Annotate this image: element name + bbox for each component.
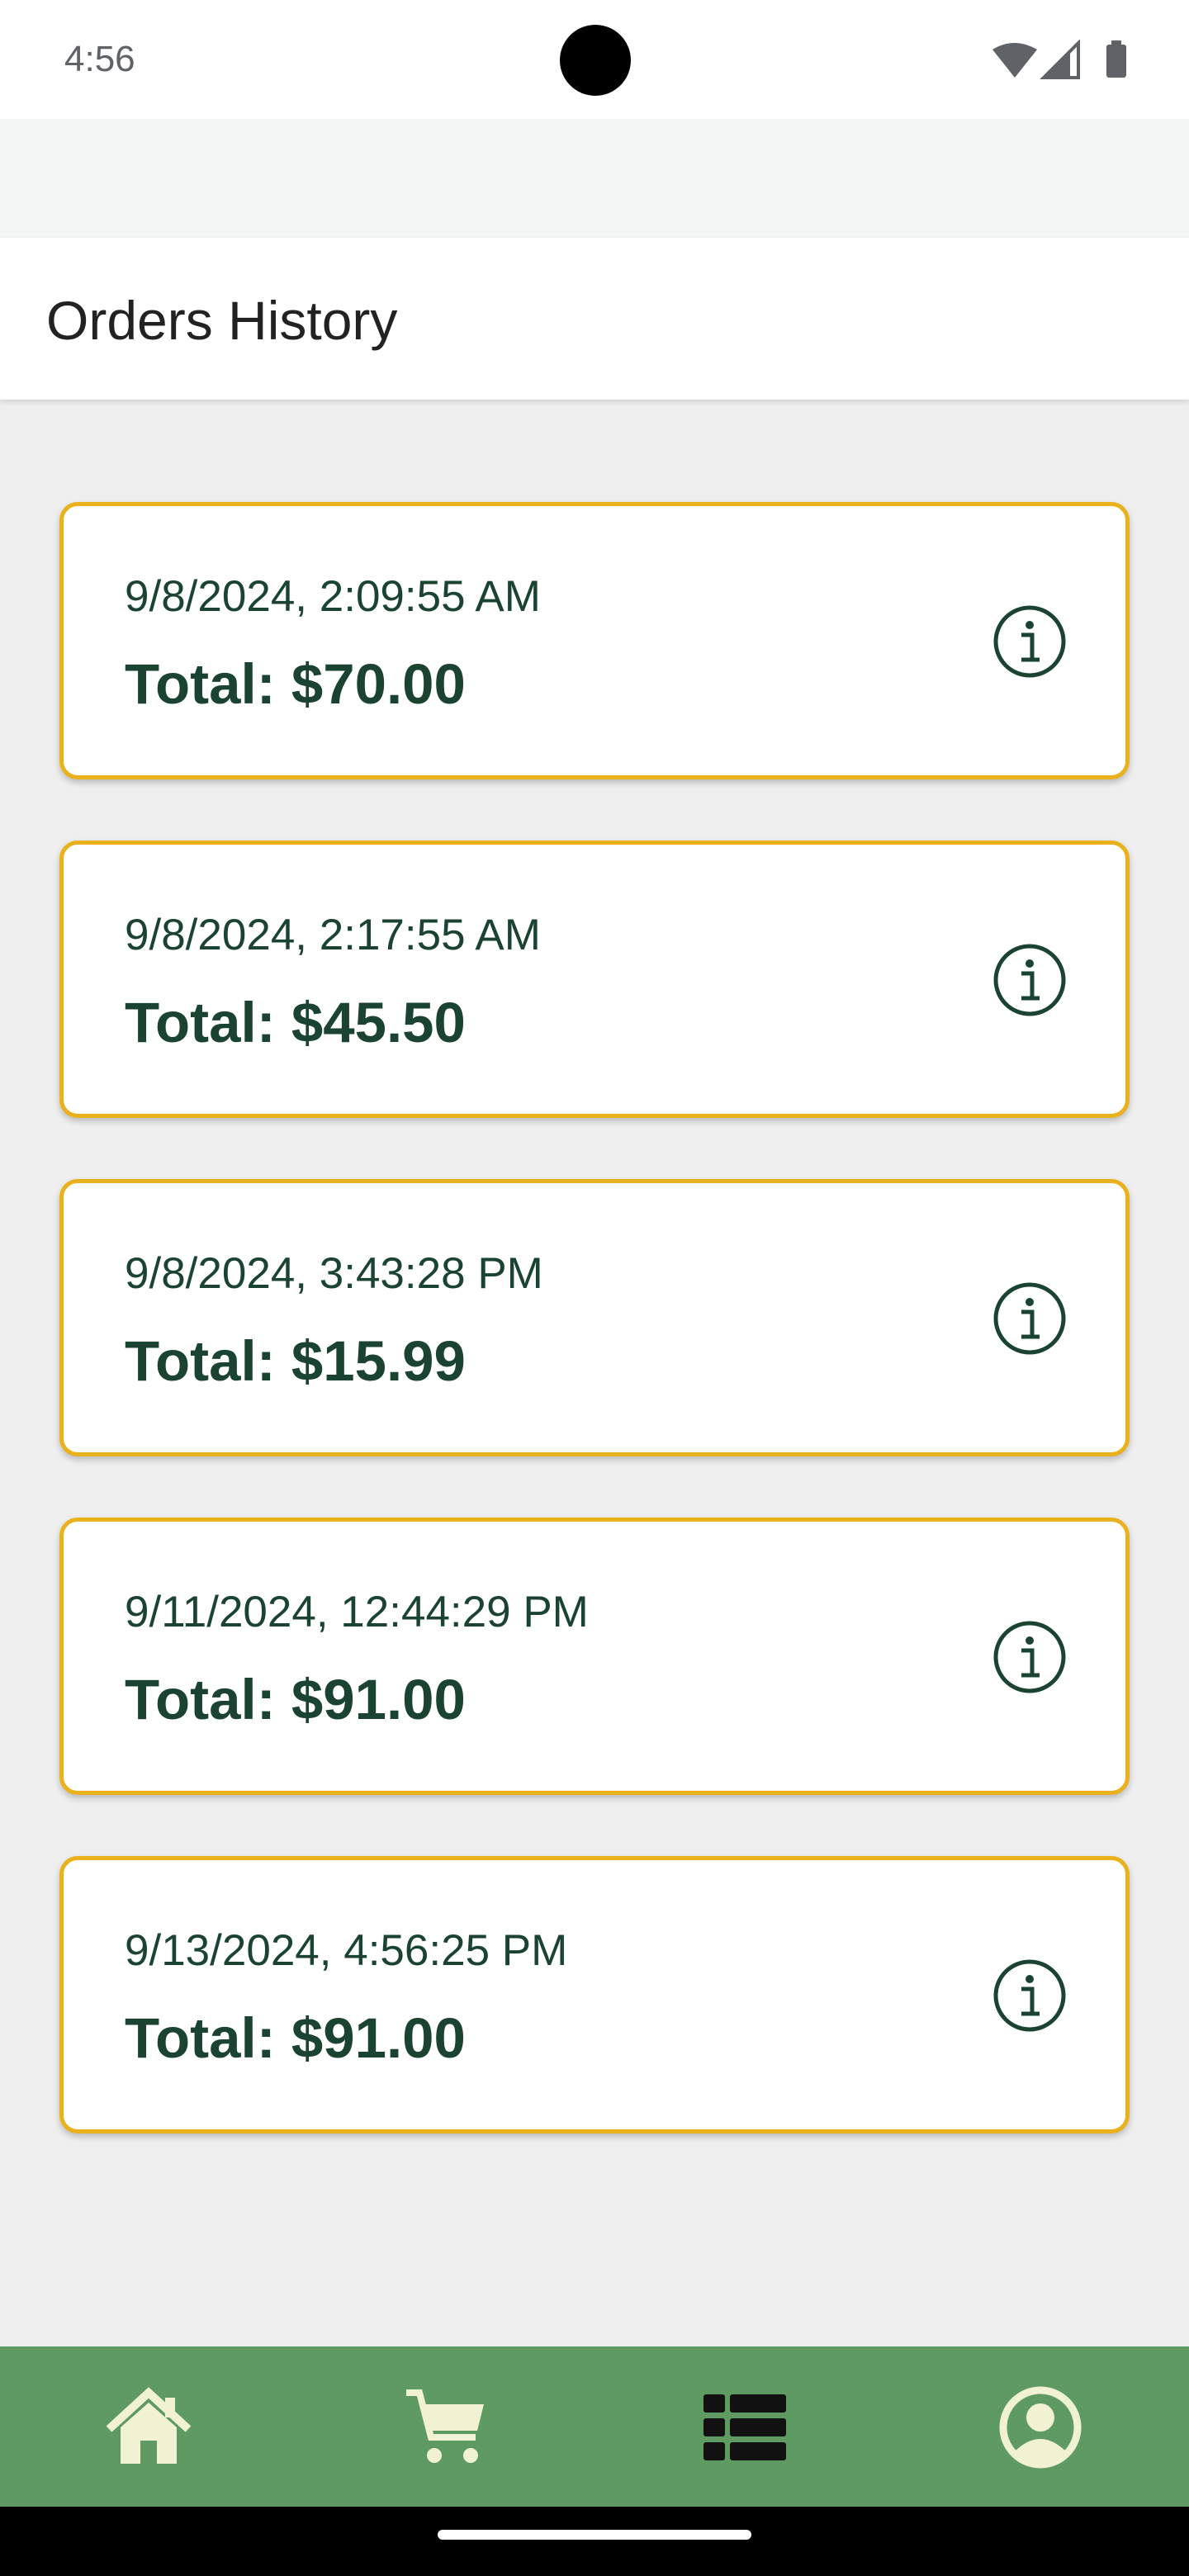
order-date: 9/8/2024, 2:09:55 AM: [125, 572, 541, 621]
order-info-button[interactable]: [992, 1281, 1068, 1357]
order-date: 9/8/2024, 2:17:55 AM: [125, 911, 541, 959]
nav-orders[interactable]: [699, 2384, 791, 2470]
system-navigation-bar: [0, 2507, 1189, 2576]
app-header: Orders History: [0, 238, 1189, 400]
wifi-icon: [992, 43, 1037, 78]
order-info-button[interactable]: [992, 604, 1068, 680]
order-total: Total: $91.00: [125, 1668, 466, 1731]
order-card[interactable]: 9/11/2024, 12:44:29 PM Total: $91.00: [59, 1518, 1130, 1795]
order-info-button[interactable]: [992, 1619, 1068, 1695]
order-total: Total: $70.00: [125, 652, 466, 716]
bottom-navigation: [0, 2346, 1189, 2507]
top-spacer: [0, 119, 1189, 238]
battery-icon: [1106, 45, 1126, 78]
order-card[interactable]: 9/8/2024, 2:17:55 AM Total: $45.50: [59, 841, 1130, 1118]
info-icon: [993, 1282, 1066, 1355]
nav-home[interactable]: [102, 2384, 195, 2470]
info-icon: [993, 605, 1066, 678]
order-total: Total: $15.99: [125, 1329, 466, 1393]
info-icon: [993, 1621, 1066, 1693]
order-total: Total: $91.00: [125, 2006, 466, 2070]
profile-icon: [999, 2386, 1082, 2469]
orders-list-icon: [703, 2394, 786, 2460]
status-icons: [991, 39, 1139, 81]
order-total: Total: $45.50: [125, 991, 466, 1054]
order-date: 9/11/2024, 12:44:29 PM: [125, 1588, 589, 1636]
page-title: Orders History: [46, 290, 398, 351]
home-icon: [106, 2387, 192, 2464]
nav-profile[interactable]: [994, 2384, 1087, 2470]
order-info-button[interactable]: [992, 942, 1068, 1018]
cart-icon: [406, 2389, 484, 2463]
nav-cart[interactable]: [401, 2384, 494, 2470]
order-date: 9/8/2024, 3:43:28 PM: [125, 1249, 543, 1298]
orders-list: 9/8/2024, 2:09:55 AM Total: $70.00 9/8/2…: [59, 502, 1130, 2195]
home-gesture-handle[interactable]: [438, 2530, 751, 2540]
order-card[interactable]: 9/8/2024, 3:43:28 PM Total: $15.99: [59, 1179, 1130, 1456]
info-icon: [993, 1959, 1066, 2032]
status-time: 4:56: [64, 39, 135, 79]
camera-cutout: [560, 25, 631, 96]
status-bar: 4:56: [0, 0, 1189, 119]
info-icon: [993, 944, 1066, 1016]
order-card[interactable]: 9/13/2024, 4:56:25 PM Total: $91.00: [59, 1856, 1130, 2133]
order-card[interactable]: 9/8/2024, 2:09:55 AM Total: $70.00: [59, 502, 1130, 779]
order-date: 9/13/2024, 4:56:25 PM: [125, 1926, 568, 1975]
order-info-button[interactable]: [992, 1958, 1068, 2034]
